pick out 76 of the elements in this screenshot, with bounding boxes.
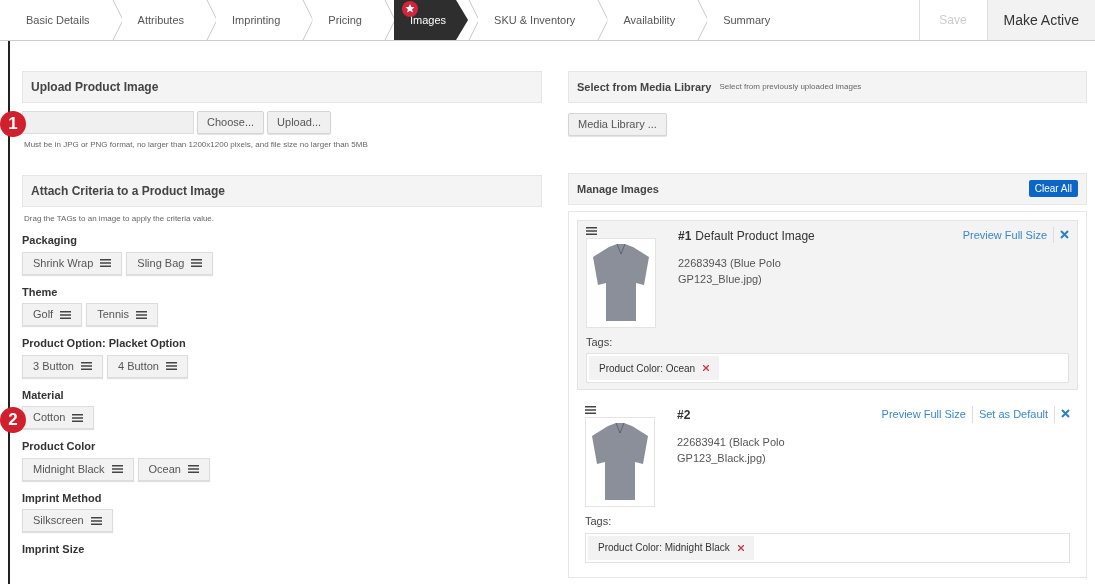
draggable-tag[interactable]: Golf <box>22 303 83 326</box>
file-button[interactable]: Choose... <box>197 111 265 134</box>
drag-handle-icon <box>586 226 597 235</box>
drag-handle-icon <box>187 465 199 473</box>
image-number: #1 <box>678 227 692 245</box>
section-title: Attach Criteria to a Product Image <box>31 183 226 200</box>
clear-all-button[interactable]: Clear All <box>1028 180 1078 198</box>
image-filename: GP123_Blue.jpg) <box>678 271 763 287</box>
remove-tag-icon[interactable] <box>703 365 710 372</box>
tag-label: Ocean <box>148 461 181 477</box>
callout-marker: 2 <box>0 407 26 433</box>
criteria-label: Theme <box>22 284 58 300</box>
draggable-tag[interactable]: Tennis <box>86 303 158 326</box>
tag-label: 4 Button <box>118 358 159 374</box>
drag-handle-icon <box>90 516 102 525</box>
tag-label: Product Color: Ocean <box>599 361 696 376</box>
file-path-field[interactable] <box>22 111 194 134</box>
tag-label: Silkscreen <box>33 513 84 529</box>
image-link[interactable]: Set as Default <box>972 406 1055 423</box>
drag-handle-icon <box>111 465 123 473</box>
tag-label: Tennis <box>97 307 129 323</box>
remove-icon[interactable] <box>1061 409 1070 419</box>
tags-label: Tags: <box>586 334 613 350</box>
section-title: Upload Product Image <box>31 79 159 96</box>
drag-handle-icon <box>100 259 112 267</box>
tag-label: Golf <box>33 307 54 323</box>
drag-handle-icon <box>136 310 147 319</box>
image-link[interactable]: Preview Full Size <box>956 226 1054 244</box>
criteria-label: Imprint Method <box>22 490 102 506</box>
drag-handle-icon <box>585 406 596 415</box>
draggable-tag[interactable]: Silkscreen <box>22 509 113 532</box>
draggable-tag[interactable]: Midnight Black <box>22 457 134 481</box>
draggable-tag[interactable]: 3 Button <box>22 354 103 378</box>
tag-label: Shrink Wrap <box>33 255 94 271</box>
section-title: Select from Media Library <box>577 79 712 95</box>
tags-field[interactable]: Product Color: Ocean <box>586 353 1069 384</box>
tag-label: Product Color: Midnight Black <box>598 541 730 556</box>
remove-tag-icon[interactable] <box>737 544 744 551</box>
tag-label: Midnight Black <box>33 461 105 477</box>
draggable-tag[interactable]: Ocean <box>137 457 210 481</box>
image-link[interactable]: Preview Full Size <box>875 406 973 423</box>
draggable-tag[interactable]: 4 Button <box>107 354 188 378</box>
drag-handle-icon <box>72 413 84 422</box>
tag-label: 3 Button <box>33 358 74 374</box>
image-caption: Default Product Image <box>695 227 815 245</box>
draggable-tag[interactable]: Cotton <box>22 406 95 429</box>
criteria-label: Material <box>22 387 64 403</box>
draggable-tag[interactable]: Shrink Wrap <box>22 251 123 275</box>
callout-marker: 1 <box>0 111 26 137</box>
criteria-label: Product Color <box>22 439 96 454</box>
image-name: 22683943 (Blue Polo <box>678 255 782 271</box>
image-filename: GP123_Black.jpg) <box>677 451 767 467</box>
action-button[interactable]: Make Active <box>986 0 1095 40</box>
tags-field[interactable]: Product Color: Midnight Black <box>585 532 1070 563</box>
criteria-label: Imprint Size <box>22 542 85 557</box>
file-button[interactable]: Upload... <box>267 111 332 134</box>
tag-label: Cotton <box>33 410 66 426</box>
section-title: Manage Images <box>577 181 659 197</box>
tag-label: Sling Bag <box>137 255 185 271</box>
drag-handle-icon <box>191 259 203 267</box>
image-number: #2 <box>677 407 691 425</box>
step-tab[interactable]: Images <box>393 0 469 40</box>
criteria-label: Product Option: Placket Option <box>22 336 186 351</box>
upload-hint: Must be in JPG or PNG format, no larger than 1200x1200 pixels, and file size no larger than 5MB <box>24 139 369 151</box>
draggable-tag[interactable]: Sling Bag <box>126 251 214 275</box>
remove-icon[interactable] <box>1060 229 1069 239</box>
criteria-hint: Drag the TAGs to an image to apply the criteria value. <box>24 213 216 225</box>
image-name: 22683941 (Black Polo <box>677 435 786 451</box>
media-library-button[interactable]: Media Library ... <box>568 112 667 136</box>
drag-handle-icon <box>60 310 72 319</box>
star-badge-icon <box>401 1 418 17</box>
criteria-label: Packaging <box>22 233 78 248</box>
drag-handle-icon <box>81 362 92 370</box>
tags-label: Tags: <box>585 514 612 530</box>
drag-handle-icon <box>165 362 177 370</box>
section-subtitle: Select from previously uploaded images <box>719 81 862 93</box>
